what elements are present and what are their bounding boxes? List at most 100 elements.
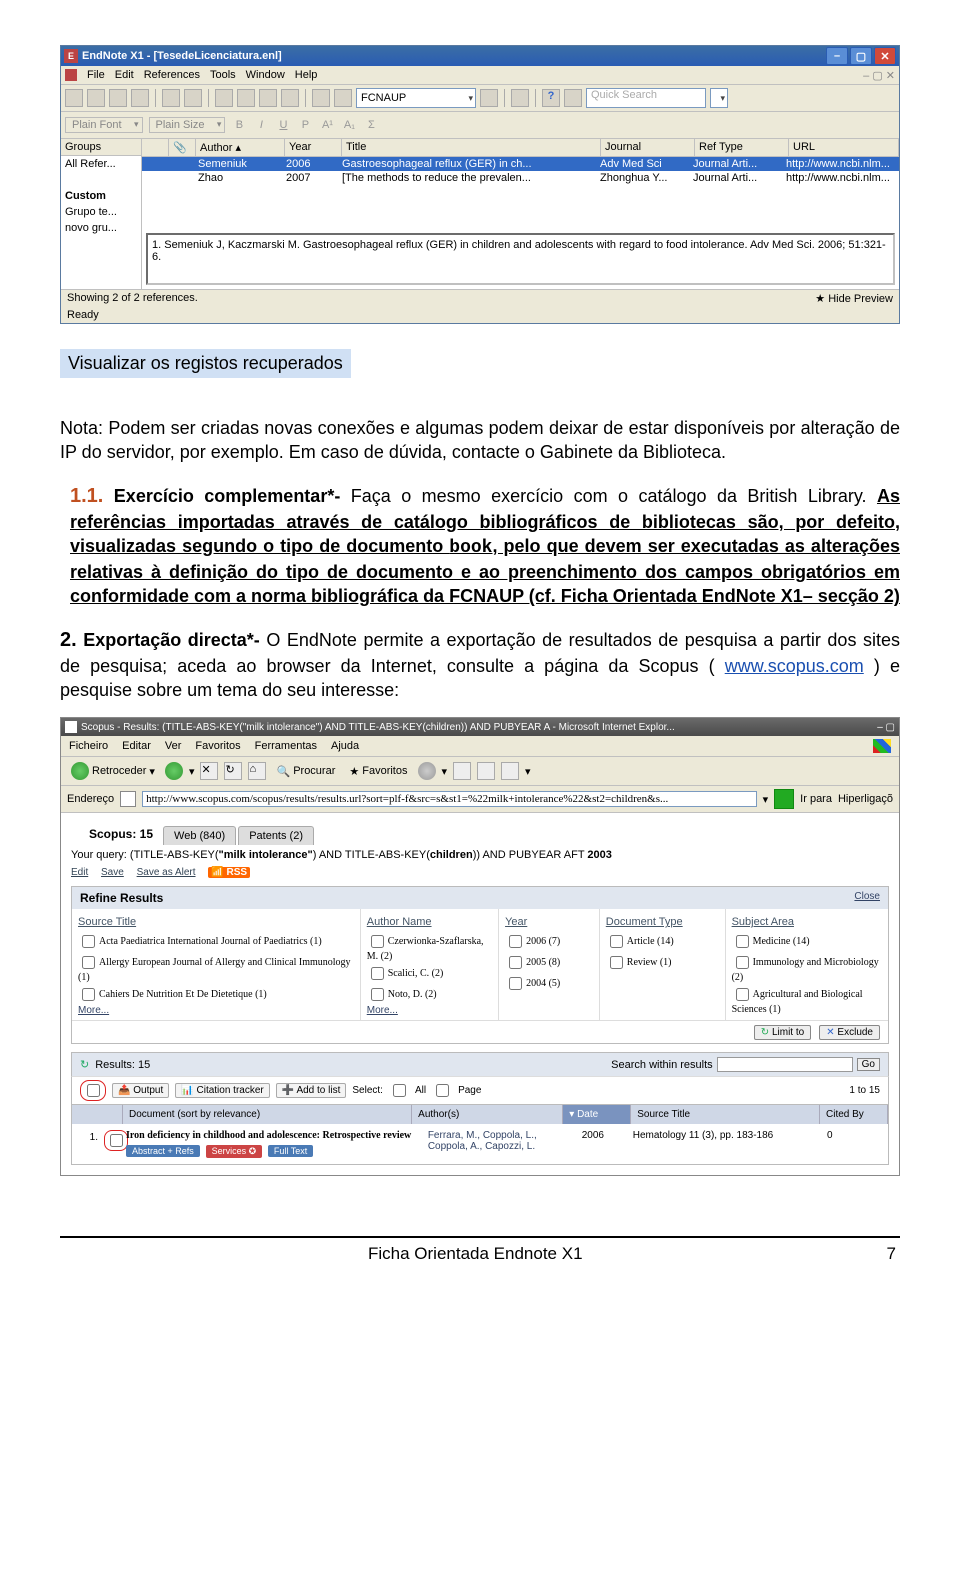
refine-item[interactable]: Allergy European Journal of Allergy and … xyxy=(78,952,354,984)
refine-close[interactable]: Close xyxy=(854,891,880,905)
help-icon[interactable]: ? xyxy=(542,89,560,107)
refine-item[interactable]: 2005 (8) xyxy=(505,952,593,973)
citation-tracker-button[interactable]: 📊 Citation tracker xyxy=(175,1083,269,1098)
scopus-link[interactable]: www.scopus.com xyxy=(725,656,864,676)
select-page[interactable] xyxy=(436,1084,449,1097)
col-author[interactable]: Author ▴ xyxy=(196,139,285,156)
services-btn[interactable]: Services ✪ xyxy=(206,1145,263,1158)
abstract-btn[interactable]: Abstract + Refs xyxy=(126,1145,200,1157)
sub-btn[interactable]: A₁ xyxy=(341,119,357,131)
tb-icon-14[interactable] xyxy=(511,89,529,107)
refine-item[interactable]: Agricultural and Biological Sciences (1) xyxy=(732,984,882,1016)
search-button[interactable]: 🔍 Procurar xyxy=(272,763,339,780)
addr-dropdown[interactable]: ▾ xyxy=(763,793,769,806)
refine-item[interactable]: Noto, D. (2) xyxy=(367,984,492,1005)
col-year[interactable]: Year xyxy=(285,139,342,156)
menu-ajuda[interactable]: Ajuda xyxy=(331,740,359,752)
refine-col-year[interactable]: Year xyxy=(505,913,593,931)
refine-item[interactable]: Scalici, C. (2) xyxy=(367,963,492,984)
tb-icon-2[interactable] xyxy=(87,89,105,107)
tb-icon-4[interactable] xyxy=(131,89,149,107)
menu-help[interactable]: Help xyxy=(295,69,318,81)
menu-ficheiro[interactable]: Ficheiro xyxy=(69,740,108,752)
edit-link[interactable]: Edit xyxy=(71,867,88,878)
menu-editar[interactable]: Editar xyxy=(122,740,151,752)
tab-patents[interactable]: Patents (2) xyxy=(238,826,314,845)
tb-icon-12[interactable] xyxy=(334,89,352,107)
tab-web[interactable]: Web (840) xyxy=(163,826,236,845)
menu-ferramentas[interactable]: Ferramentas xyxy=(255,740,317,752)
authors[interactable]: Ferrara, M., Coppola, L., Coppola, A., C… xyxy=(428,1130,576,1152)
tab-scopus[interactable]: Scopus: 15 xyxy=(79,823,163,845)
refresh-icon[interactable]: ↻ xyxy=(224,762,242,780)
close-button[interactable]: ✕ xyxy=(874,47,896,65)
col-url[interactable]: URL xyxy=(789,139,899,156)
mail-icon[interactable] xyxy=(453,762,471,780)
sup-btn[interactable]: A¹ xyxy=(319,119,335,131)
tb-icon-13[interactable] xyxy=(480,89,498,107)
result-row[interactable]: 1. Iron deficiency in childhood and adol… xyxy=(72,1124,888,1164)
tb-icon-11[interactable] xyxy=(312,89,330,107)
minimize-button[interactable]: – xyxy=(826,47,848,65)
swr-input[interactable] xyxy=(717,1057,853,1072)
ref-row[interactable]: Zhao 2007 [The methods to reduce the pre… xyxy=(142,171,899,185)
rss-icon[interactable]: 📶 RSS xyxy=(208,867,250,878)
size-select[interactable]: Plain Size xyxy=(149,117,226,133)
refine-item[interactable]: Review (1) xyxy=(606,952,719,973)
menu-tools[interactable]: Tools xyxy=(210,69,236,81)
output-button[interactable]: 📤 Output xyxy=(112,1083,169,1098)
col-title[interactable]: Title xyxy=(342,139,601,156)
menu-edit[interactable]: Edit xyxy=(115,69,134,81)
refine-col-doctype[interactable]: Document Type xyxy=(606,913,719,931)
refine-col-subject[interactable]: Subject Area xyxy=(732,913,882,931)
menu-window[interactable]: Window xyxy=(246,69,285,81)
tb-icon-10[interactable] xyxy=(281,89,299,107)
tb-icon-6[interactable] xyxy=(184,89,202,107)
quick-search-input[interactable]: Quick Search xyxy=(586,88,706,108)
forward-button[interactable] xyxy=(165,762,183,780)
refine-item[interactable]: 2006 (7) xyxy=(505,931,593,952)
th-authors[interactable]: Author(s) xyxy=(412,1105,563,1124)
address-input[interactable] xyxy=(142,791,757,807)
group-all[interactable]: All Refer... xyxy=(61,156,141,172)
th-source[interactable]: Source Title xyxy=(631,1105,820,1124)
titlebar-buttons[interactable]: – ▢ xyxy=(877,722,895,733)
p-btn[interactable]: P xyxy=(297,119,313,131)
th-cited[interactable]: Cited By xyxy=(820,1105,888,1124)
select-circle[interactable] xyxy=(80,1080,106,1101)
bold-btn[interactable]: B xyxy=(231,119,247,131)
group-item-1[interactable]: Grupo te... xyxy=(61,204,141,220)
refine-item[interactable]: Medicine (14) xyxy=(732,931,882,952)
menu-references[interactable]: References xyxy=(144,69,200,81)
favorites-button[interactable]: ★ Favoritos xyxy=(345,763,411,780)
tb-icon-7[interactable] xyxy=(215,89,233,107)
stop-icon[interactable]: ✕ xyxy=(200,762,218,780)
col-flag[interactable] xyxy=(142,139,169,156)
more-link[interactable]: More... xyxy=(78,1005,354,1016)
refine-item[interactable]: Czerwionka-Szaflarska, M. (2) xyxy=(367,931,492,963)
refine-item[interactable]: Cahiers De Nutrition Et De Dietetique (1… xyxy=(78,984,354,1005)
swr-go[interactable]: Go xyxy=(857,1058,880,1071)
italic-btn[interactable]: I xyxy=(253,119,269,131)
tb-icon-15[interactable] xyxy=(564,89,582,107)
home-icon[interactable]: ⌂ xyxy=(248,762,266,780)
ref-row[interactable]: Semeniuk 2006 Gastroesophageal reflux (G… xyxy=(142,157,899,171)
col-attach[interactable]: 📎 xyxy=(169,139,196,156)
style-select[interactable]: FCNAUP xyxy=(356,88,476,108)
tb-icon-9[interactable] xyxy=(259,89,277,107)
tb-icon-8[interactable] xyxy=(237,89,255,107)
refine-item[interactable]: 2004 (5) xyxy=(505,973,593,994)
refine-col-author[interactable]: Author Name xyxy=(367,913,492,931)
tb-icon-5[interactable] xyxy=(162,89,180,107)
group-item-2[interactable]: novo gru... xyxy=(61,220,141,236)
exclude-button[interactable]: Exclude xyxy=(819,1025,880,1040)
hide-preview-btn[interactable]: ★ Hide Preview xyxy=(815,292,893,305)
refine-item[interactable]: Acta Paediatrica International Journal o… xyxy=(78,931,354,952)
tb-icon-1[interactable] xyxy=(65,89,83,107)
doc-title[interactable]: Iron deficiency in childhood and adolesc… xyxy=(126,1130,411,1141)
menu-favoritos[interactable]: Favoritos xyxy=(195,740,240,752)
maximize-button[interactable]: ▢ xyxy=(850,47,872,65)
go-icon[interactable] xyxy=(774,789,794,809)
go-label[interactable]: Ir para xyxy=(800,793,832,805)
limit-button[interactable]: Limit to xyxy=(754,1025,811,1040)
